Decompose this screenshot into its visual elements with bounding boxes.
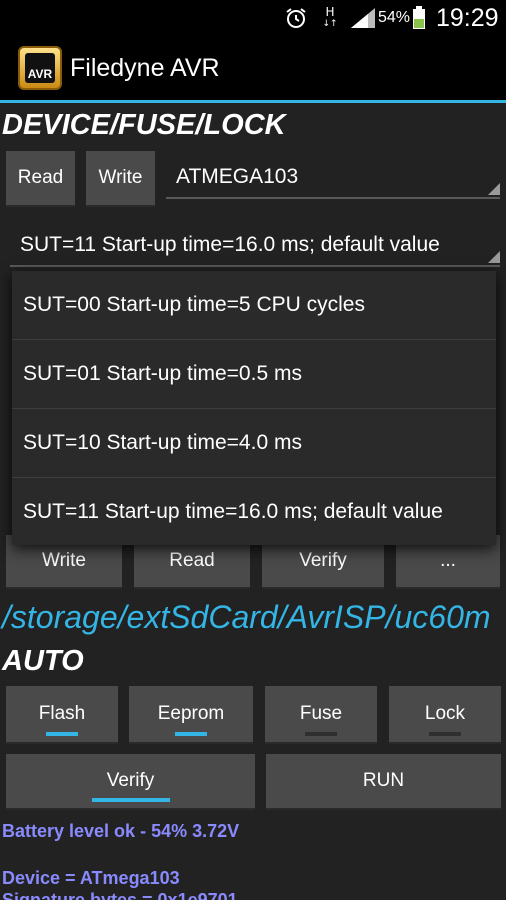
write-device-button[interactable]: Write [86, 151, 155, 207]
battery-status-text: Battery level ok - 54% 3.72V [2, 821, 240, 841]
clock: 19:29 [436, 3, 499, 32]
device-status-text: Device = ATmega103 [2, 868, 180, 888]
battery-percent: 54% [378, 9, 411, 26]
verify-toggle-label: Verify [106, 770, 155, 791]
file-path: /storage/extSdCard/AvrISP/uc60m [2, 599, 491, 635]
hspa-data-icon: H ↓↑ [322, 5, 338, 29]
fuse-spinner[interactable]: SUT=11 Start-up time=16.0 ms; default va… [10, 225, 500, 267]
dropdown-option[interactable]: SUT=11 Start-up time=16.0 ms; default va… [12, 478, 496, 546]
device-spinner[interactable]: ATMEGA103 [166, 157, 500, 199]
device-section-title: DEVICE/FUSE/LOCK [2, 109, 286, 141]
toggle-indicator [175, 732, 207, 736]
logo-chip: AVR [25, 53, 55, 83]
hspa-label: H [325, 5, 335, 19]
battery-icon [412, 0, 426, 36]
toggle-indicator [305, 732, 337, 736]
lock-toggle-label: Lock [424, 703, 466, 724]
fuse-spinner-value: SUT=11 Start-up time=16.0 ms; default va… [20, 233, 440, 256]
device-spinner-value: ATMEGA103 [176, 165, 299, 188]
fuse-toggle[interactable]: Fuse [265, 686, 377, 744]
verify-toggle[interactable]: Verify [6, 754, 255, 810]
app-bar: AVR Filedyne AVR [0, 36, 506, 100]
fuse-dropdown-list: SUT=00 Start-up time=5 CPU cycles SUT=01… [12, 271, 496, 545]
dropdown-arrow-icon [488, 251, 500, 263]
flash-toggle[interactable]: Flash [6, 686, 118, 744]
status-bar: H ↓↑ 54% 19:29 [0, 0, 506, 36]
dropdown-option[interactable]: SUT=01 Start-up time=0.5 ms [12, 340, 496, 408]
signal-icon [350, 0, 376, 36]
fuse-toggle-label: Fuse [299, 703, 343, 724]
toggle-indicator [429, 732, 461, 736]
eeprom-toggle-label: Eeprom [157, 703, 225, 724]
app-logo-icon[interactable]: AVR [18, 46, 62, 90]
flash-toggle-label: Flash [38, 703, 86, 724]
eeprom-toggle[interactable]: Eeprom [129, 686, 253, 744]
alarm-icon [284, 0, 308, 36]
read-device-button[interactable]: Read [6, 151, 75, 207]
lock-toggle[interactable]: Lock [389, 686, 501, 744]
dropdown-arrow-icon [488, 183, 500, 195]
dropdown-option[interactable]: SUT=00 Start-up time=5 CPU cycles [12, 271, 496, 339]
dropdown-option[interactable]: SUT=10 Start-up time=4.0 ms [12, 409, 496, 477]
auto-section-title: AUTO [2, 645, 84, 677]
app-title: Filedyne AVR [70, 53, 220, 82]
toggle-indicator [46, 732, 78, 736]
signature-status-text: Signature bytes = 0x1e9701 [2, 890, 238, 900]
run-button[interactable]: RUN [266, 754, 501, 810]
toggle-indicator [91, 798, 170, 802]
